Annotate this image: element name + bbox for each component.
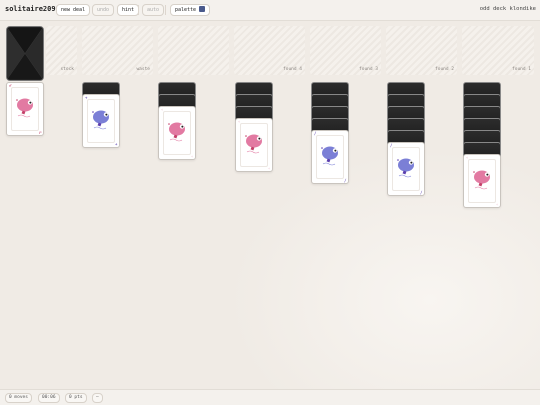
undo-button[interactable]: undo (92, 4, 115, 16)
waste-slot[interactable]: waste (82, 26, 153, 75)
card-corner-rank: ◦ (161, 107, 164, 112)
tableau-card[interactable]: / / (387, 142, 425, 196)
toolbar-divider (138, 5, 139, 15)
card-corner-rank: + (114, 142, 117, 147)
foundation-label: found 3 (359, 67, 378, 72)
points-counter: 0 pts (65, 393, 87, 403)
card-corner-rank: ♂ (38, 130, 41, 135)
foundation-label: found 2 (435, 67, 454, 72)
foundation-label: found 1 (512, 67, 531, 72)
tableau-card[interactable]: ◦ ◦ (463, 154, 501, 208)
toolbar-divider (165, 5, 166, 15)
game-mode-label: odd deck klondike (479, 6, 536, 12)
hint-button[interactable]: hint (117, 4, 140, 16)
card-corner-rank: ◦ (238, 119, 241, 124)
stock-pile[interactable] (6, 26, 44, 81)
tableau-card[interactable]: ◦ ◦ (158, 106, 196, 160)
card-corner-rank: / (343, 178, 346, 183)
card-corner-rank: ◦ (495, 202, 498, 207)
card-corner-rank: ♂ (9, 83, 12, 88)
pink-blob-icon (473, 170, 490, 190)
pink-blob-icon (16, 98, 33, 118)
tableau-card[interactable]: + + (82, 94, 120, 148)
pink-blob-icon (168, 122, 185, 142)
foundation-slot-4[interactable]: found 4 (234, 26, 305, 75)
blue-blob-icon (92, 110, 109, 130)
pink-blob-icon (245, 134, 262, 154)
blue-blob-icon (321, 146, 338, 166)
foundation-slot-1[interactable]: found 1 (462, 26, 534, 75)
card-back-pattern-icon (7, 27, 43, 80)
card-corner-rank: / (419, 190, 422, 195)
foundation-label: found 4 (283, 67, 302, 72)
app-title: solitaire2098 (5, 5, 60, 13)
extra-status: — (92, 393, 103, 403)
waste-slot-label: waste (136, 67, 150, 72)
empty-slot (158, 26, 229, 75)
card-corner-rank: / (314, 131, 317, 136)
auto-button[interactable]: auto (142, 4, 165, 16)
timer: 00:06 (38, 393, 60, 403)
moves-counter: 0 moves (5, 393, 32, 403)
card-corner-rank: ◦ (190, 154, 193, 159)
tableau-card[interactable]: ♂ ♂ (6, 82, 44, 136)
status-bar: 0 moves 00:06 0 pts — (0, 389, 540, 405)
card-corner-rank: ◦ (466, 155, 469, 160)
palette-button[interactable]: palette (170, 4, 211, 16)
foundation-slot-3[interactable]: found 3 (310, 26, 381, 75)
card-corner-rank: + (85, 95, 88, 100)
card-corner-rank: ◦ (267, 166, 270, 171)
stock-slot[interactable]: stock (46, 26, 77, 75)
blue-blob-icon (397, 158, 414, 178)
new-deal-button[interactable]: new deal (56, 4, 91, 16)
top-toolbar: solitaire2098 new deal undo hint auto pa… (0, 0, 540, 21)
tableau-card[interactable]: / / (311, 130, 349, 184)
tableau-card[interactable]: ◦ ◦ (235, 118, 273, 172)
foundation-slot-2[interactable]: found 2 (386, 26, 457, 75)
stock-slot-label: stock (60, 67, 74, 72)
palette-swatch-icon (199, 6, 206, 12)
card-corner-rank: / (390, 143, 393, 148)
palette-label: palette (175, 7, 197, 13)
